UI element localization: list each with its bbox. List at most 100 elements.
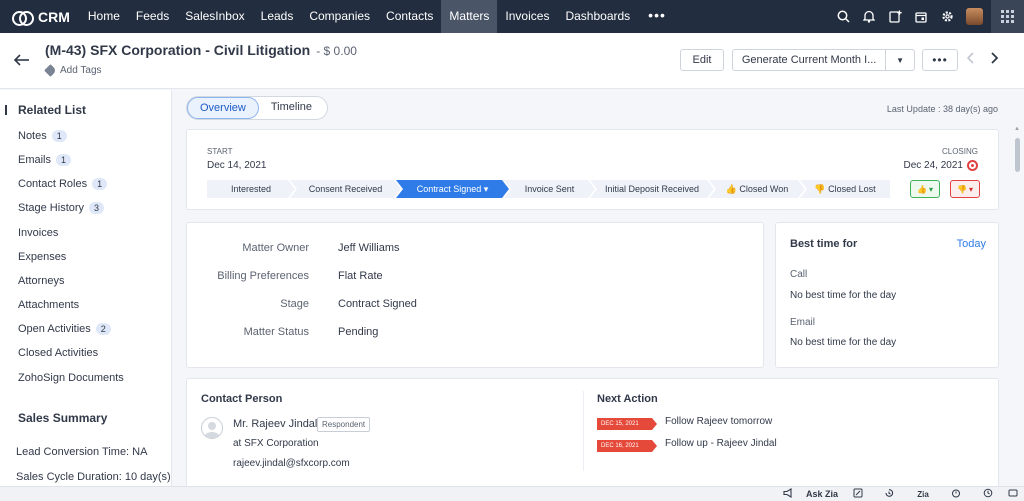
next-record-icon[interactable] (990, 52, 999, 67)
ask-zia-button[interactable]: Ask Zia (804, 488, 840, 501)
chevron-down-icon: ▾ (968, 184, 973, 194)
nav-tab-companies[interactable]: Companies (301, 0, 378, 33)
back-arrow-icon[interactable] (13, 53, 30, 71)
view-tabs: Overview Timeline (186, 96, 328, 120)
stage-progress-card: START Dec 14, 2021 CLOSING Dec 24, 2021 … (186, 129, 999, 210)
thumbs-down-icon: 👎 (957, 184, 967, 194)
next-action-item[interactable]: Follow Rajeev tomorrow (665, 416, 772, 427)
nav-tab-dashboards[interactable]: Dashboards (557, 0, 638, 33)
field-label-matter-status: Matter Status (243, 326, 309, 338)
nav-tab-salesinbox[interactable]: SalesInbox (177, 0, 252, 33)
sidebar-item-attachments[interactable]: Attachments (18, 299, 79, 311)
scroll-up-icon[interactable]: ▲ (1014, 126, 1020, 132)
recent-items-icon[interactable] (980, 488, 996, 501)
count-badge: 1 (51, 130, 67, 142)
section-divider (583, 391, 584, 471)
notes-edit-icon[interactable] (850, 488, 866, 501)
nav-tab-invoices[interactable]: Invoices (497, 0, 557, 33)
stage-consent-received[interactable]: Consent Received (290, 180, 401, 198)
sidebar-item-label: ZohoSign Documents (18, 372, 124, 384)
contact-company: at SFX Corporation (233, 438, 319, 449)
next-action-item[interactable]: Follow up - Rajeev Jindal (665, 438, 777, 449)
count-badge: 3 (89, 202, 105, 214)
field-value-stage[interactable]: Contract Signed (338, 298, 417, 310)
best-time-today-selector[interactable]: Today (957, 238, 986, 250)
chevron-down-icon[interactable]: ▼ (886, 56, 914, 65)
collapse-marker-icon[interactable] (5, 105, 7, 115)
sidebar-item-open-activities[interactable]: Open Activities 2 (18, 323, 111, 335)
mark-lost-button[interactable]: 👎 ▾ (950, 180, 980, 198)
stage-interested[interactable]: Interested (207, 180, 295, 198)
best-time-email-value: No best time for the day (790, 337, 897, 348)
stage-closed-lost[interactable]: 👎 Closed Lost (800, 180, 890, 198)
sidebar-item-label: Notes (18, 130, 47, 142)
tab-overview[interactable]: Overview (187, 97, 259, 119)
history-icon[interactable] (881, 488, 897, 501)
contact-email[interactable]: rajeev.jindal@sfxcorp.com (233, 458, 350, 469)
stage-pipeline: Interested Consent Received Contract Sig… (207, 180, 900, 198)
bell-icon[interactable] (856, 0, 882, 33)
previous-record-icon[interactable] (966, 52, 975, 67)
sales-cycle-duration: Sales Cycle Duration: 10 day(s) (16, 471, 171, 483)
best-time-call-value: No best time for the day (790, 290, 897, 301)
calendar-icon[interactable] (908, 0, 934, 33)
sidebar-item-emails[interactable]: Emails 1 (18, 154, 72, 166)
field-value-billing-preferences[interactable]: Flat Rate (338, 270, 383, 282)
edit-button[interactable]: Edit (680, 49, 724, 71)
nav-tab-leads[interactable]: Leads (253, 0, 302, 33)
bottom-toolbar: Ask Zia Zia (0, 486, 1024, 501)
nav-tab-home[interactable]: Home (80, 0, 128, 33)
settings-gear-icon[interactable] (934, 0, 960, 33)
zia-icon[interactable]: Zia (915, 488, 931, 501)
sidebar-item-label: Invoices (18, 227, 59, 239)
alarm-clock-icon[interactable] (948, 488, 964, 501)
stage-invoice-sent[interactable]: Invoice Sent (504, 180, 595, 198)
nav-tab-matters[interactable]: Matters (441, 0, 498, 33)
count-badge: 2 (95, 323, 111, 335)
nav-tab-contacts[interactable]: Contacts (378, 0, 441, 33)
matter-fields-card: Matter Owner Jeff Williams Billing Prefe… (186, 222, 764, 368)
tag-icon (44, 64, 57, 77)
generate-invoice-button[interactable]: Generate Current Month I... ▼ (732, 49, 915, 71)
stage-initial-deposit-received[interactable]: Initial Deposit Received (590, 180, 714, 198)
add-tags-link[interactable]: Add Tags (44, 64, 102, 77)
add-entry-icon[interactable] (882, 0, 908, 33)
field-value-matter-owner[interactable]: Jeff Williams (338, 242, 400, 254)
sidebar-item-closed-activities[interactable]: Closed Activities (18, 347, 98, 359)
contact-avatar (201, 417, 223, 439)
more-actions-button[interactable]: ••• (922, 49, 958, 71)
sidebar-item-label: Attorneys (18, 275, 65, 287)
field-value-matter-status[interactable]: Pending (338, 326, 378, 338)
last-update-text: Last Update : 38 day(s) ago (886, 104, 998, 114)
closing-target-icon (967, 160, 978, 171)
mark-won-button[interactable]: 👍 ▾ (910, 180, 940, 198)
crm-logo[interactable]: CRM (0, 0, 80, 33)
page-scrollbar[interactable]: ▲ (1013, 126, 1021, 482)
tab-timeline[interactable]: Timeline (259, 97, 324, 119)
sidebar-item-expenses[interactable]: Expenses (18, 251, 66, 263)
sidebar-item-zohosign-documents[interactable]: ZohoSign Documents (18, 372, 124, 384)
sidebar-item-contact-roles[interactable]: Contact Roles 1 (18, 178, 108, 190)
contact-name[interactable]: Mr. Rajeev Jindal (233, 418, 317, 430)
thumbs-up-icon: 👍 (917, 184, 927, 194)
app-grid-icon[interactable] (991, 0, 1024, 33)
sidebar-item-attorneys[interactable]: Attorneys (18, 275, 64, 287)
search-icon[interactable] (830, 0, 856, 33)
scrollbar-thumb[interactable] (1015, 138, 1020, 172)
keyboard-shortcuts-icon[interactable] (1006, 488, 1020, 501)
nav-more-button[interactable]: ••• (638, 0, 676, 33)
start-date: Dec 14, 2021 (207, 160, 267, 171)
announcement-icon[interactable] (780, 488, 796, 501)
start-label: START (207, 147, 233, 156)
record-title-text: (M-43) SFX Corporation - Civil Litigatio… (45, 42, 311, 58)
stage-closed-won[interactable]: 👍 Closed Won (709, 180, 805, 198)
next-action-date-badge: DEC 15, 2021 (597, 418, 657, 430)
sidebar-item-stage-history[interactable]: Stage History 3 (18, 202, 105, 214)
nav-tab-feeds[interactable]: Feeds (128, 0, 177, 33)
user-avatar[interactable] (966, 8, 983, 25)
sidebar-item-notes[interactable]: Notes 1 (18, 130, 67, 142)
stage-contract-signed[interactable]: Contract Signed ▾ (396, 180, 509, 198)
sidebar-item-label: Attachments (18, 299, 80, 311)
record-amount: - $ 0.00 (316, 44, 357, 58)
sidebar-item-invoices[interactable]: Invoices (18, 227, 58, 239)
